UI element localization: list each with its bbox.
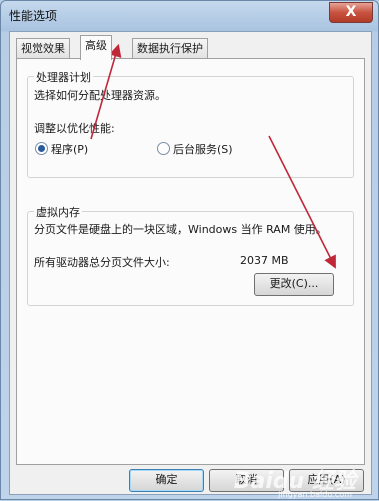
window-title: 性能选项 <box>9 9 58 23</box>
ok-button[interactable]: 确定 <box>129 469 204 492</box>
window-frame: 性能选项 X 视觉效果 高级 数据执行保护 处理器计划 选择如何分配处理器资源。… <box>0 0 379 500</box>
dialog-client-area: 视觉效果 高级 数据执行保护 处理器计划 选择如何分配处理器资源。 调整以优化性… <box>9 31 372 495</box>
radio-programs[interactable] <box>35 142 48 155</box>
radio-background-services[interactable] <box>157 142 170 155</box>
tab-dep[interactable]: 数据执行保护 <box>132 38 208 59</box>
optimize-label: 调整以优化性能: <box>34 122 115 135</box>
processor-scheduling-title: 处理器计划 <box>34 69 93 85</box>
virtual-memory-group: 虚拟内存 分页文件是硬盘上的一块区域，Windows 当作 RAM 使用。 所有… <box>27 204 354 306</box>
tab-visual-effects[interactable]: 视觉效果 <box>16 38 70 59</box>
tab-panel-advanced: 处理器计划 选择如何分配处理器资源。 调整以优化性能: 程序(P) 后台服务(S… <box>16 58 365 465</box>
total-paging-label: 所有驱动器总分页文件大小: <box>34 256 170 269</box>
close-button[interactable]: X <box>329 2 373 23</box>
radio-programs-label[interactable]: 程序(P) <box>51 141 88 157</box>
virtual-memory-description: 分页文件是硬盘上的一块区域，Windows 当作 RAM 使用。 <box>34 223 327 236</box>
processor-scheduling-group: 处理器计划 选择如何分配处理器资源。 调整以优化性能: 程序(P) 后台服务(S… <box>27 69 354 178</box>
baidu-watermark-url: jingyan.baidu.com <box>278 490 352 499</box>
total-paging-value: 2037 MB <box>240 254 289 267</box>
virtual-memory-title: 虚拟内存 <box>34 204 82 220</box>
radio-background-services-label[interactable]: 后台服务(S) <box>173 141 233 157</box>
processor-description: 选择如何分配处理器资源。 <box>34 89 166 102</box>
change-button[interactable]: 更改(C)... <box>254 273 334 296</box>
tab-advanced[interactable]: 高级 <box>80 35 112 60</box>
